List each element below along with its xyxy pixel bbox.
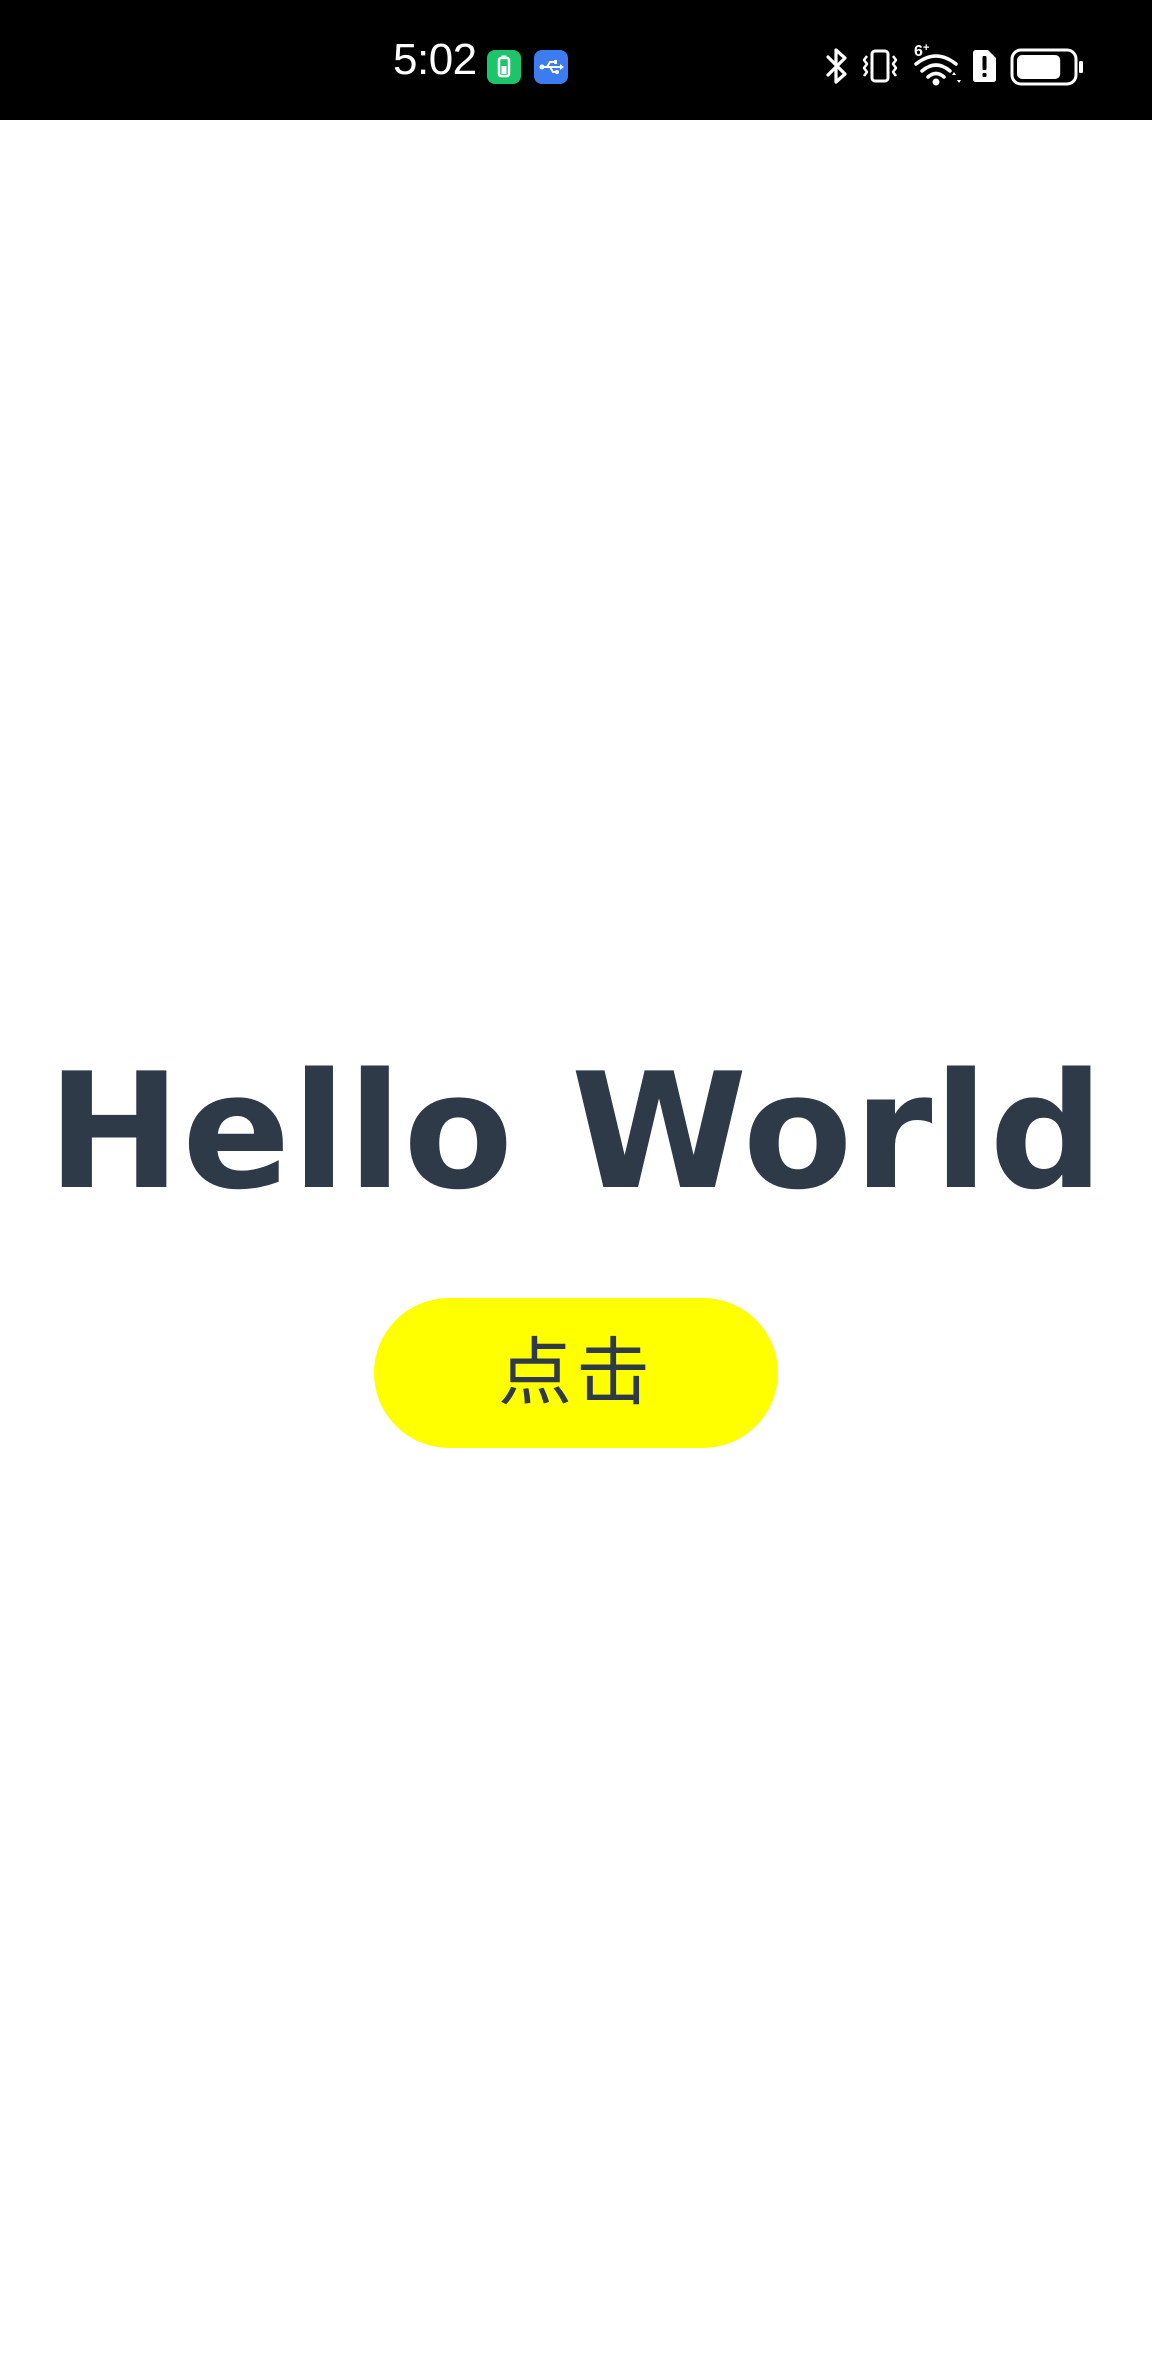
battery-saver-icon	[487, 50, 521, 84]
usb-icon	[534, 50, 568, 84]
status-time: 5:02	[393, 35, 477, 84]
battery-icon	[1010, 48, 1086, 86]
wifi-6-icon: 6 +	[912, 42, 964, 88]
vibrate-icon	[860, 46, 900, 86]
svg-text:+: +	[923, 42, 929, 54]
svg-text:6: 6	[914, 43, 923, 60]
sim-alert-icon	[970, 48, 998, 84]
click-button[interactable]: 点击	[374, 1298, 778, 1448]
click-button-label: 点击	[498, 1330, 654, 1416]
app-screen: 5:02 6 + Hello World 点击	[0, 0, 1152, 2376]
bluetooth-icon	[823, 46, 851, 86]
status-bar: 5:02 6 +	[0, 0, 1152, 120]
hello-title: Hello World	[47, 1038, 1105, 1225]
